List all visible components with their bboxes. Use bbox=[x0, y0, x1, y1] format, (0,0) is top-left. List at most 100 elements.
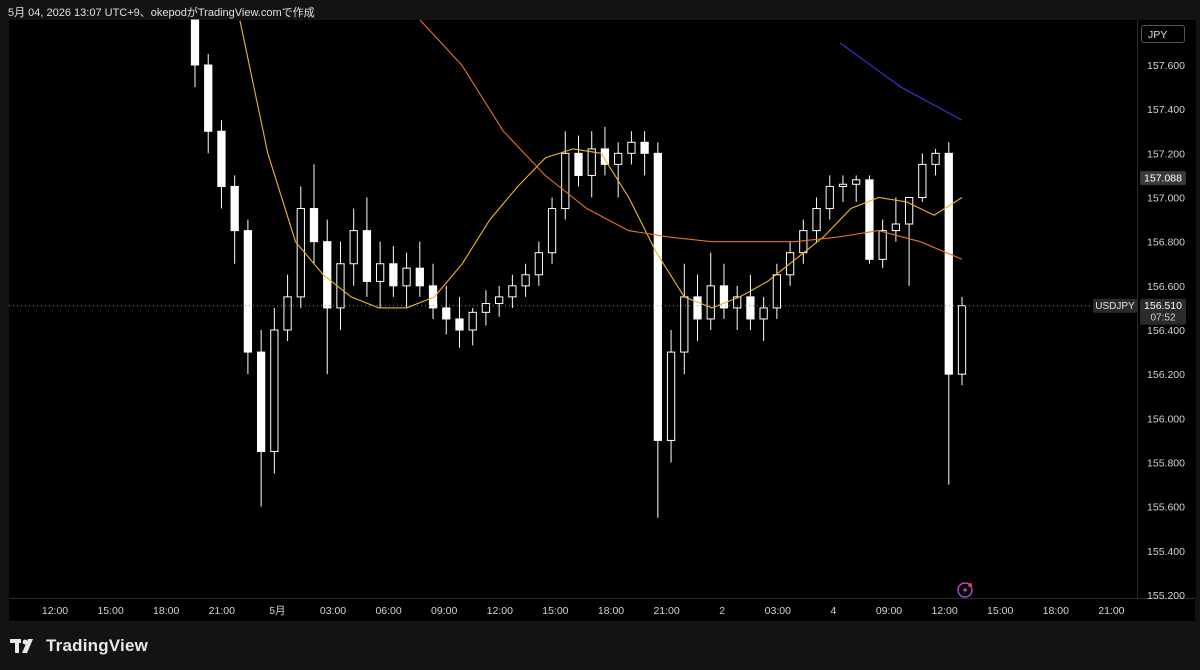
candle-body bbox=[415, 267, 424, 287]
candle bbox=[812, 197, 821, 242]
candle-body bbox=[547, 208, 557, 254]
moving-average-mid-line bbox=[419, 19, 963, 260]
candle bbox=[574, 135, 583, 187]
time-tick-label: 21:00 bbox=[1098, 605, 1124, 617]
candle-body bbox=[561, 152, 570, 210]
candles bbox=[190, 19, 967, 518]
candle bbox=[455, 296, 464, 348]
time-tick-label: 21:00 bbox=[653, 605, 679, 617]
candle-body bbox=[680, 296, 689, 353]
candle bbox=[799, 219, 808, 264]
candle bbox=[230, 175, 239, 264]
time-tick-label: 15:00 bbox=[542, 605, 568, 617]
time-tick-label: 12:00 bbox=[42, 605, 68, 617]
candle-body bbox=[534, 252, 543, 276]
candle-body bbox=[600, 148, 610, 165]
countdown-label: 07:52 bbox=[1150, 313, 1175, 324]
candle-body bbox=[296, 208, 305, 298]
price-tick-label: 155.200 bbox=[1147, 590, 1185, 602]
candle bbox=[600, 126, 610, 176]
candle-body bbox=[481, 303, 491, 313]
candle bbox=[283, 274, 292, 342]
candle bbox=[376, 241, 385, 308]
candle-body bbox=[812, 208, 821, 232]
candle-body bbox=[918, 163, 927, 198]
price-tick-label: 156.400 bbox=[1147, 325, 1185, 337]
candle-body bbox=[587, 148, 596, 176]
candle-body bbox=[521, 274, 530, 287]
candlestick-chart[interactable]: 157.600 157.400 157.200 157.000 156.800 156.6… bbox=[0, 0, 1200, 670]
candle-body bbox=[640, 141, 649, 154]
candle-body bbox=[323, 241, 332, 309]
time-tick-label: 15:00 bbox=[987, 605, 1013, 617]
candle bbox=[640, 131, 649, 176]
candle-body bbox=[402, 267, 411, 287]
candle-body bbox=[666, 351, 676, 441]
candle-body bbox=[627, 141, 636, 154]
candle-body bbox=[495, 296, 504, 304]
candle-body bbox=[283, 296, 292, 331]
candle bbox=[653, 142, 662, 518]
candle-body bbox=[190, 19, 200, 66]
candle-body bbox=[230, 185, 239, 232]
candle-body bbox=[931, 152, 940, 165]
time-tick-label: 21:00 bbox=[209, 605, 235, 617]
symbol-tag-label: USDJPY bbox=[1095, 301, 1135, 312]
candle bbox=[838, 175, 848, 202]
price-tick-label: 156.800 bbox=[1147, 237, 1185, 249]
candle bbox=[547, 197, 557, 264]
time-tick-label: 5月 bbox=[269, 605, 285, 617]
candle-body bbox=[746, 296, 755, 320]
time-tick-label: 09:00 bbox=[876, 605, 902, 617]
brand-logo[interactable]: TradingView bbox=[10, 636, 148, 656]
candle bbox=[534, 241, 543, 286]
candle-body bbox=[865, 179, 874, 260]
time-tick-label: 18:00 bbox=[153, 605, 179, 617]
candle-body bbox=[349, 230, 358, 265]
candle-body bbox=[799, 230, 808, 254]
candle-body bbox=[838, 183, 848, 187]
candle bbox=[627, 131, 636, 165]
candle bbox=[442, 285, 451, 335]
candle bbox=[481, 290, 491, 326]
brand-name: TradingView bbox=[46, 636, 149, 655]
candle bbox=[389, 246, 398, 297]
symbol-tag: USDJPY bbox=[1093, 298, 1137, 313]
candle bbox=[944, 142, 953, 485]
candle bbox=[362, 197, 372, 297]
candle bbox=[931, 148, 940, 176]
highlight-price-label: 157.088 bbox=[1144, 173, 1182, 185]
highlight-price-tag: 157.088 bbox=[1140, 171, 1186, 186]
price-tick-label: 157.400 bbox=[1147, 104, 1185, 116]
time-tick-labels: 12:00 15:00 18:00 21:00 5月 03:00 06:00 09:00 12:… bbox=[42, 605, 1125, 617]
candle bbox=[746, 274, 755, 330]
candle-body bbox=[309, 208, 319, 243]
moving-average-long-line bbox=[839, 42, 963, 121]
time-tick-label: 03:00 bbox=[320, 605, 346, 617]
time-tick-label: 06:00 bbox=[375, 605, 401, 617]
time-tick-label: 4 bbox=[830, 605, 836, 617]
candle-body bbox=[653, 152, 662, 441]
candle bbox=[402, 252, 411, 308]
candle bbox=[706, 252, 715, 330]
price-tick-label: 156.600 bbox=[1147, 281, 1185, 293]
last-price-tag: 156.510 07:52 bbox=[1140, 298, 1186, 325]
tradingview-logo-icon bbox=[10, 639, 33, 653]
candle bbox=[878, 219, 887, 269]
candle-body bbox=[376, 263, 385, 282]
candle bbox=[759, 296, 768, 342]
candle bbox=[733, 285, 742, 330]
candle-body bbox=[957, 305, 967, 375]
candle-body bbox=[389, 263, 398, 287]
candle-body bbox=[362, 230, 372, 282]
time-tick-label: 2 bbox=[719, 605, 725, 617]
candle-body bbox=[468, 311, 477, 331]
candle bbox=[521, 263, 530, 297]
candle bbox=[918, 153, 927, 202]
price-tick-label: 155.400 bbox=[1147, 546, 1185, 558]
candle-body bbox=[878, 230, 887, 260]
candle bbox=[825, 175, 834, 220]
candle-body bbox=[508, 285, 517, 298]
candle bbox=[468, 307, 477, 346]
alert-icon[interactable] bbox=[957, 582, 973, 598]
